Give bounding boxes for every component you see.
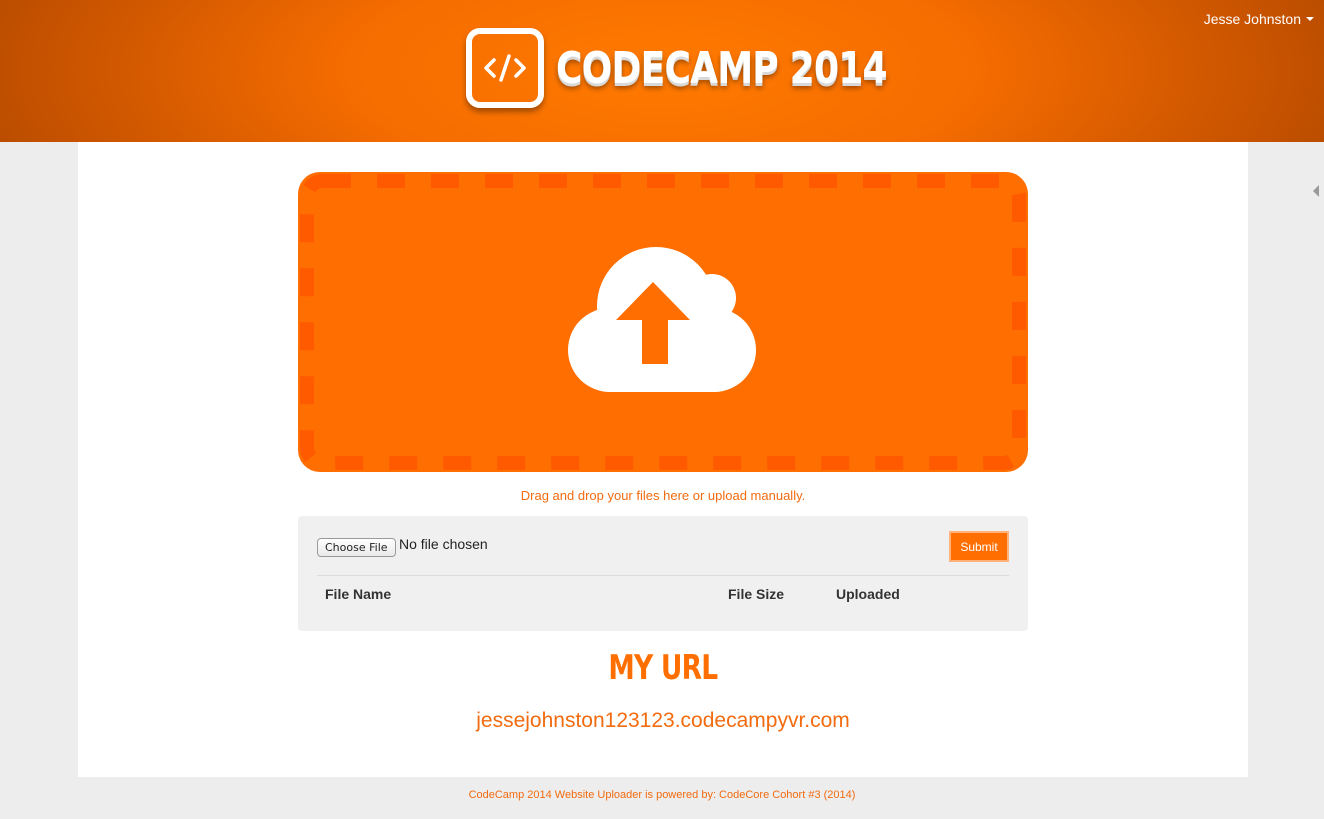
dropzone-hint: Drag and drop your files here or upload … (520, 488, 806, 503)
user-menu[interactable]: Jesse Johnston (1204, 11, 1314, 27)
code-brackets-icon (466, 28, 544, 108)
my-url-heading-text: MY URL (608, 648, 718, 688)
cloud-upload-icon (568, 247, 756, 392)
divider (317, 575, 1009, 576)
app-logo[interactable]: CODECAMP 2014 (466, 28, 959, 108)
my-url-heading: MY URL (78, 648, 1248, 688)
footer-text: CodeCamp 2014 Website Uploader is powere… (468, 789, 856, 801)
choose-file-button[interactable]: Choose File (317, 538, 396, 557)
user-name: Jesse Johnston (1203, 11, 1301, 27)
caret-down-icon (1306, 17, 1314, 21)
column-header-uploaded: Uploaded (836, 586, 900, 602)
collapse-arrow-icon[interactable] (1313, 185, 1319, 197)
submit-button[interactable]: Submit (949, 531, 1009, 562)
main-panel: Drag and drop your files here or upload … (78, 142, 1248, 777)
file-status-text: No file chosen (399, 536, 488, 552)
my-url-link[interactable]: jessejohnston123123.codecampyvr.com (78, 709, 1248, 733)
site-header: Jesse Johnston CODECAMP 2014 (0, 0, 1324, 142)
column-header-file-name: File Name (325, 586, 392, 602)
upload-form-panel: Choose File No file chosen Submit File N… (298, 516, 1028, 631)
column-header-file-size: File Size (728, 586, 785, 602)
app-title: CODECAMP 2014 (556, 42, 888, 94)
file-dropzone[interactable] (298, 172, 1028, 472)
